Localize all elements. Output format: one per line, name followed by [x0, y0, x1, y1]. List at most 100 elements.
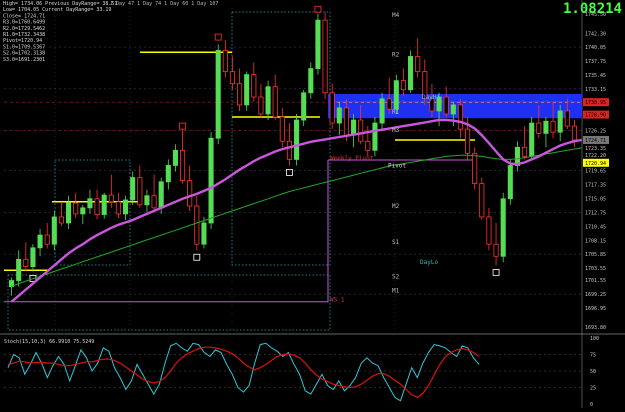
bear-candle-body	[115, 201, 121, 215]
stoch-tick-label: 25	[590, 386, 596, 392]
bear-candle-body	[472, 152, 478, 185]
price-tick-label: 1723.35	[585, 146, 606, 152]
bear-candle-body	[365, 140, 371, 151]
price-tick-label: 1722.20	[585, 153, 606, 159]
pivot-level-label: M1	[392, 288, 400, 295]
pivot-level-label: M4	[392, 12, 400, 19]
stochastic-title: Stoch(15,10,3) 66.9910 75.5249	[4, 339, 94, 345]
zone-label: Pivot	[388, 162, 406, 169]
candle	[315, 14, 321, 75]
info-line: S3.0=1691.2301	[3, 57, 45, 63]
bear-candle-body	[493, 243, 499, 257]
bull-candle-body	[66, 202, 72, 224]
candle	[208, 132, 214, 230]
bear-candle-body	[194, 205, 200, 245]
price-tick-label: 1742.30	[585, 31, 606, 37]
price-marker-label: 1728.90	[585, 113, 606, 119]
bear-candle-body	[443, 96, 449, 115]
bull-candle-body	[557, 110, 563, 133]
pivot-level-label: S1	[392, 239, 400, 246]
bull-candle-body	[201, 222, 207, 245]
price-tick-label: 1696.95	[585, 306, 606, 312]
pivot-level-label: R2	[392, 51, 400, 58]
pivot-level-label: R1	[392, 109, 400, 116]
bull-candle-body	[315, 19, 321, 69]
pivot-level-label: M3	[392, 127, 400, 134]
zone-label: DayHi	[422, 94, 440, 101]
bear-candle-body	[272, 86, 278, 118]
candle	[244, 71, 250, 111]
bear-candle-body	[400, 80, 406, 91]
price-marker-label: 1730.95	[585, 100, 606, 106]
bull-candle-body	[379, 98, 385, 124]
bear-candle-body	[522, 146, 528, 157]
info-line: R1.0=1732.3438	[3, 32, 45, 38]
zone-label: WS 1	[330, 297, 345, 304]
bear-candle-body	[536, 122, 542, 134]
info-line: High= 1734.06 Previous DayRange= 38.51	[3, 1, 117, 7]
bear-candle-body	[465, 128, 471, 154]
candle	[51, 210, 57, 251]
chart-window: High= 1734.06 Previous DayRange= 38.51 Lo…	[0, 0, 625, 408]
bear-candle-body	[258, 96, 264, 115]
stoch-tick-label: 50	[590, 369, 596, 375]
bull-candle-body	[265, 86, 271, 115]
candle	[372, 117, 378, 157]
candle	[294, 113, 300, 166]
bull-candle-body	[244, 74, 250, 106]
bear-candle-body	[73, 202, 79, 215]
bull-candle-body	[80, 207, 86, 215]
bear-candle-body	[457, 104, 463, 130]
price-tick-label: 1699.25	[585, 292, 606, 298]
price-tick-label: 1703.55	[585, 266, 606, 272]
bull-candle-body	[408, 56, 414, 91]
candle	[472, 147, 478, 190]
bear-candle-body	[386, 98, 392, 110]
info-line: R3.0=1760.6499	[3, 20, 45, 26]
info-line: S2.0=1702.3138	[3, 51, 45, 57]
info-line: Close= 1724.71	[3, 13, 45, 19]
bear-candle-body	[58, 216, 64, 224]
bull-candle-body	[215, 49, 221, 139]
zone-label: DayLo	[420, 259, 438, 266]
bull-candle-body	[130, 177, 136, 201]
chart-background	[0, 0, 625, 408]
bear-candle-body	[108, 194, 114, 203]
bull-candle-body	[507, 165, 513, 200]
stoch-tick-label: 0	[590, 402, 593, 408]
bear-candle-body	[564, 110, 570, 127]
info-line: Low= 1704.05 Current DayRange= 33.19	[3, 7, 111, 13]
bear-candle-body	[329, 92, 335, 124]
bull-candle-body	[87, 198, 93, 209]
bull-candle-body	[308, 68, 314, 94]
bull-candle-body	[450, 104, 456, 115]
bear-candle-body	[222, 49, 228, 72]
bull-candle-body	[172, 149, 178, 166]
bear-candle-body	[286, 140, 292, 160]
price-tick-label: 1701.55	[585, 278, 606, 284]
bull-candle-body	[500, 198, 506, 257]
bull-candle-body	[294, 119, 300, 160]
candle	[479, 177, 485, 220]
bear-candle-body	[479, 183, 485, 218]
bull-candle-body	[393, 80, 399, 110]
price-marker-label: 1724.71	[585, 138, 606, 144]
price-tick-label: 1717.35	[585, 183, 606, 189]
bull-candle-body	[529, 122, 535, 157]
price-tick-label: 1737.75	[585, 59, 606, 65]
price-tick-label: 1708.15	[585, 238, 606, 244]
price-tick-label: 1740.05	[585, 45, 606, 51]
bear-candle-body	[279, 116, 285, 142]
candle	[500, 192, 506, 263]
info-line: Pivot=1720.94	[3, 38, 42, 44]
price-tick-label: 1733.15	[585, 87, 606, 93]
pivot-level-label: M2	[392, 203, 400, 210]
bull-candle-body	[336, 107, 342, 124]
candle	[529, 117, 535, 160]
info-line: S1.0=1709.5367	[3, 44, 45, 50]
bear-candle-body	[23, 258, 29, 267]
price-tick-label: 1693.80	[585, 325, 606, 331]
price-marker-label: 1720.94	[585, 161, 606, 167]
bear-candle-body	[415, 56, 421, 72]
price-axis: 1745.50 1742.30 1740.05 1737.75 1735.45 1733.…	[583, 12, 609, 331]
